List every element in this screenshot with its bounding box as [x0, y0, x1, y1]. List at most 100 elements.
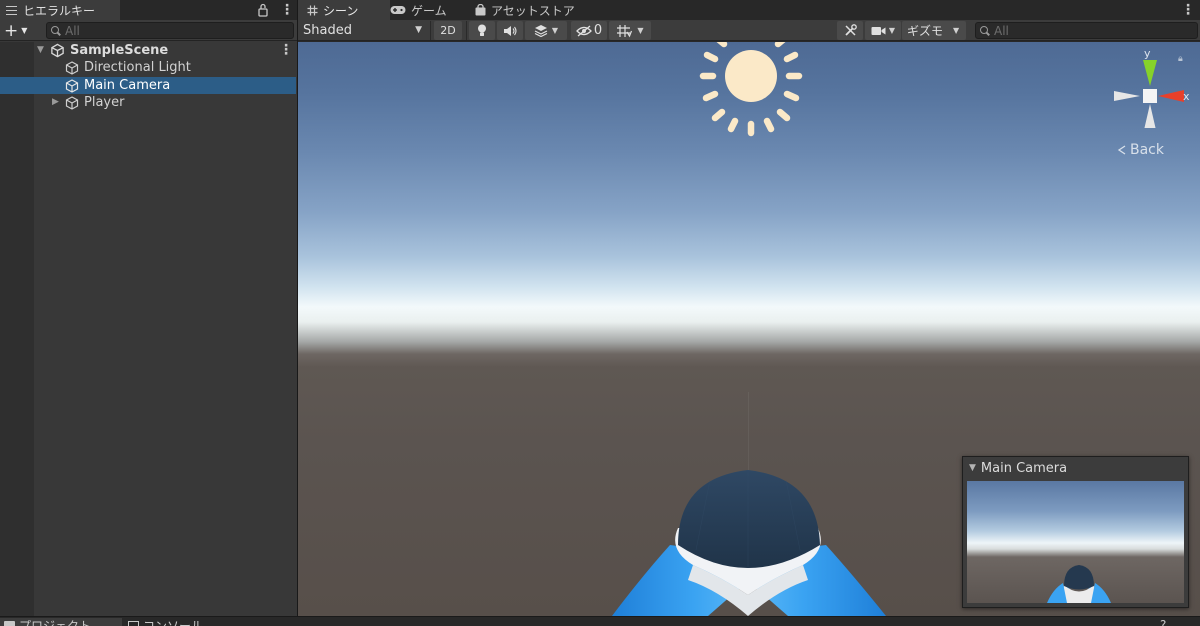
console-icon — [128, 620, 139, 626]
gamepad-icon — [390, 6, 406, 14]
scene-menu-icon[interactable]: ⋮ — [279, 42, 293, 58]
hidden-count: 0 — [593, 23, 603, 38]
search-icon — [51, 25, 61, 36]
audio-toggle-button[interactable] — [497, 21, 523, 40]
scene-tab-bar: シーン ゲーム アセットストア ⋮ — [298, 0, 1200, 20]
gizmo-x-axis-cone[interactable] — [1158, 90, 1184, 102]
shopping-bag-icon — [475, 4, 486, 16]
layers-effects-icon — [534, 25, 548, 37]
2d-toggle-label: 2D — [440, 24, 456, 37]
hierarchy-gutter — [0, 42, 34, 616]
unity-scene-icon — [51, 43, 64, 58]
tree-item-label: Main Camera — [84, 78, 171, 93]
camera-preview-render — [967, 481, 1184, 603]
chevron-down-icon: ▼ — [637, 26, 644, 35]
shading-mode-dropdown[interactable]: Shaded ▼ — [298, 20, 428, 40]
gizmo-y-label: y — [1144, 48, 1151, 60]
hierarchy-list-icon — [6, 5, 17, 15]
grid-snap-dropdown-button[interactable]: ▼ — [609, 21, 651, 40]
tree-item-scene[interactable]: ▼ SampleScene ⋮ — [0, 42, 296, 59]
chevron-down-icon: ▼ — [953, 26, 960, 35]
tree-item-main-camera[interactable]: Main Camera — [0, 77, 296, 94]
toolbar-divider — [466, 21, 467, 40]
foldout-collapsed-icon[interactable]: ▶ — [52, 98, 61, 107]
2d-toggle-button[interactable]: 2D — [434, 21, 462, 40]
gizmo-y-axis-cone[interactable] — [1143, 60, 1157, 86]
eye-hidden-icon — [575, 25, 592, 36]
gizmo-x-label: x — [1183, 90, 1190, 103]
tab-hierarchy[interactable]: ヒエラルキー — [0, 0, 120, 20]
tree-item-directional-light[interactable]: Directional Light — [0, 59, 296, 76]
tree-item-label: Player — [84, 95, 125, 110]
player-character[interactable] — [598, 440, 898, 616]
scene-search-input[interactable]: All — [975, 22, 1198, 39]
bottom-panel-tab-bar: プロジェクト コンソール ? — [0, 616, 1200, 626]
gizmo-lock-icon[interactable]: 🔒︎ — [1178, 54, 1188, 64]
chevron-down-icon: ▼ — [21, 25, 28, 35]
tab-hierarchy-label: ヒエラルキー — [23, 3, 96, 18]
lighting-toggle-button[interactable] — [469, 21, 495, 40]
tab-scene[interactable]: シーン — [298, 0, 390, 20]
tab-scene-label: シーン — [323, 3, 359, 18]
tab-console-label: コンソール — [143, 618, 204, 626]
hierarchy-menu-icon[interactable]: ⋮ — [280, 2, 294, 18]
camera-preview-player — [1047, 565, 1111, 603]
chevron-down-icon: ▼ — [415, 25, 422, 35]
tab-game-label: ゲーム — [411, 3, 447, 18]
tree-item-label: Directional Light — [84, 60, 191, 75]
scene-panel: シーン ゲーム アセットストア ⋮ Shaded ▼ 2D ▼ 0 ▼ ▼ ギズ… — [298, 0, 1200, 616]
directional-light-sun-icon[interactable] — [684, 42, 818, 142]
scene-viewport[interactable]: y x 🔒︎ Back ▼ Main Camera — [298, 42, 1200, 616]
chevron-down-icon: ▼ — [888, 26, 896, 35]
lock-icon[interactable] — [257, 2, 269, 18]
gizmo-neg-x-cone[interactable] — [1114, 91, 1140, 101]
camera-preview-header[interactable]: ▼ Main Camera — [963, 457, 1188, 479]
gizmos-label: ギズモ — [907, 24, 944, 38]
gizmo-view-label: Back — [1130, 142, 1164, 158]
hierarchy-toolbar: + ▼ All — [0, 20, 297, 41]
scene-search-placeholder: All — [994, 23, 1009, 38]
folder-icon — [4, 620, 15, 626]
gizmos-dropdown-button[interactable]: ギズモ ▼ — [902, 21, 966, 40]
tab-asset-store-label: アセットストア — [491, 3, 575, 18]
gizmo-neg-y-cone[interactable] — [1144, 104, 1156, 128]
tab-asset-store[interactable]: アセットストア — [475, 0, 605, 20]
hidden-objects-button[interactable]: 0 — [571, 21, 607, 40]
tree-item-player[interactable]: ▶ Player — [0, 94, 296, 111]
effects-dropdown-button[interactable]: ▼ — [525, 21, 567, 40]
add-object-button[interactable]: + ▼ — [4, 22, 36, 39]
grid-icon — [307, 5, 318, 15]
scene-toolbar: Shaded ▼ 2D ▼ 0 ▼ ▼ ギズモ ▼ All — [298, 20, 1200, 41]
video-camera-icon — [871, 26, 886, 35]
tab-project-label: プロジェクト — [19, 618, 92, 626]
camera-preview-overlay[interactable]: ▼ Main Camera — [962, 456, 1189, 608]
hierarchy-search-placeholder: All — [65, 23, 80, 38]
grid-snap-icon — [617, 24, 633, 37]
speaker-icon — [504, 25, 517, 36]
tab-game[interactable]: ゲーム — [390, 0, 475, 20]
hierarchy-tab-bar: ヒエラルキー ⋮ — [0, 0, 297, 20]
shading-mode-value: Shaded — [303, 22, 352, 38]
hierarchy-search-input[interactable]: All — [46, 22, 294, 39]
camera-settings-button[interactable]: ▼ — [865, 21, 901, 40]
lightbulb-icon — [478, 24, 486, 36]
tools-icon — [844, 24, 857, 36]
gameobject-cube-icon — [65, 61, 79, 75]
gizmo-center-cube[interactable] — [1143, 89, 1157, 103]
scene-tools-button[interactable] — [837, 21, 863, 40]
gizmo-view-direction[interactable]: Back — [1116, 142, 1186, 158]
tab-project[interactable]: プロジェクト — [0, 618, 122, 626]
add-icon: + — [4, 20, 19, 41]
foldout-expanded-icon[interactable]: ▼ — [37, 46, 46, 55]
gameobject-cube-icon — [65, 96, 79, 110]
tab-console[interactable]: コンソール — [128, 618, 203, 626]
search-icon — [980, 25, 990, 36]
chevron-left-icon — [1117, 145, 1126, 155]
scene-menu-icon[interactable]: ⋮ — [1181, 2, 1195, 18]
gameobject-cube-icon — [65, 79, 79, 93]
chevron-down-icon: ▼ — [551, 26, 559, 35]
foldout-expanded-icon[interactable]: ▼ — [969, 463, 976, 473]
help-button[interactable]: ? — [1160, 618, 1166, 626]
scene-name: SampleScene — [70, 43, 169, 58]
camera-preview-title: Main Camera — [980, 460, 1068, 476]
